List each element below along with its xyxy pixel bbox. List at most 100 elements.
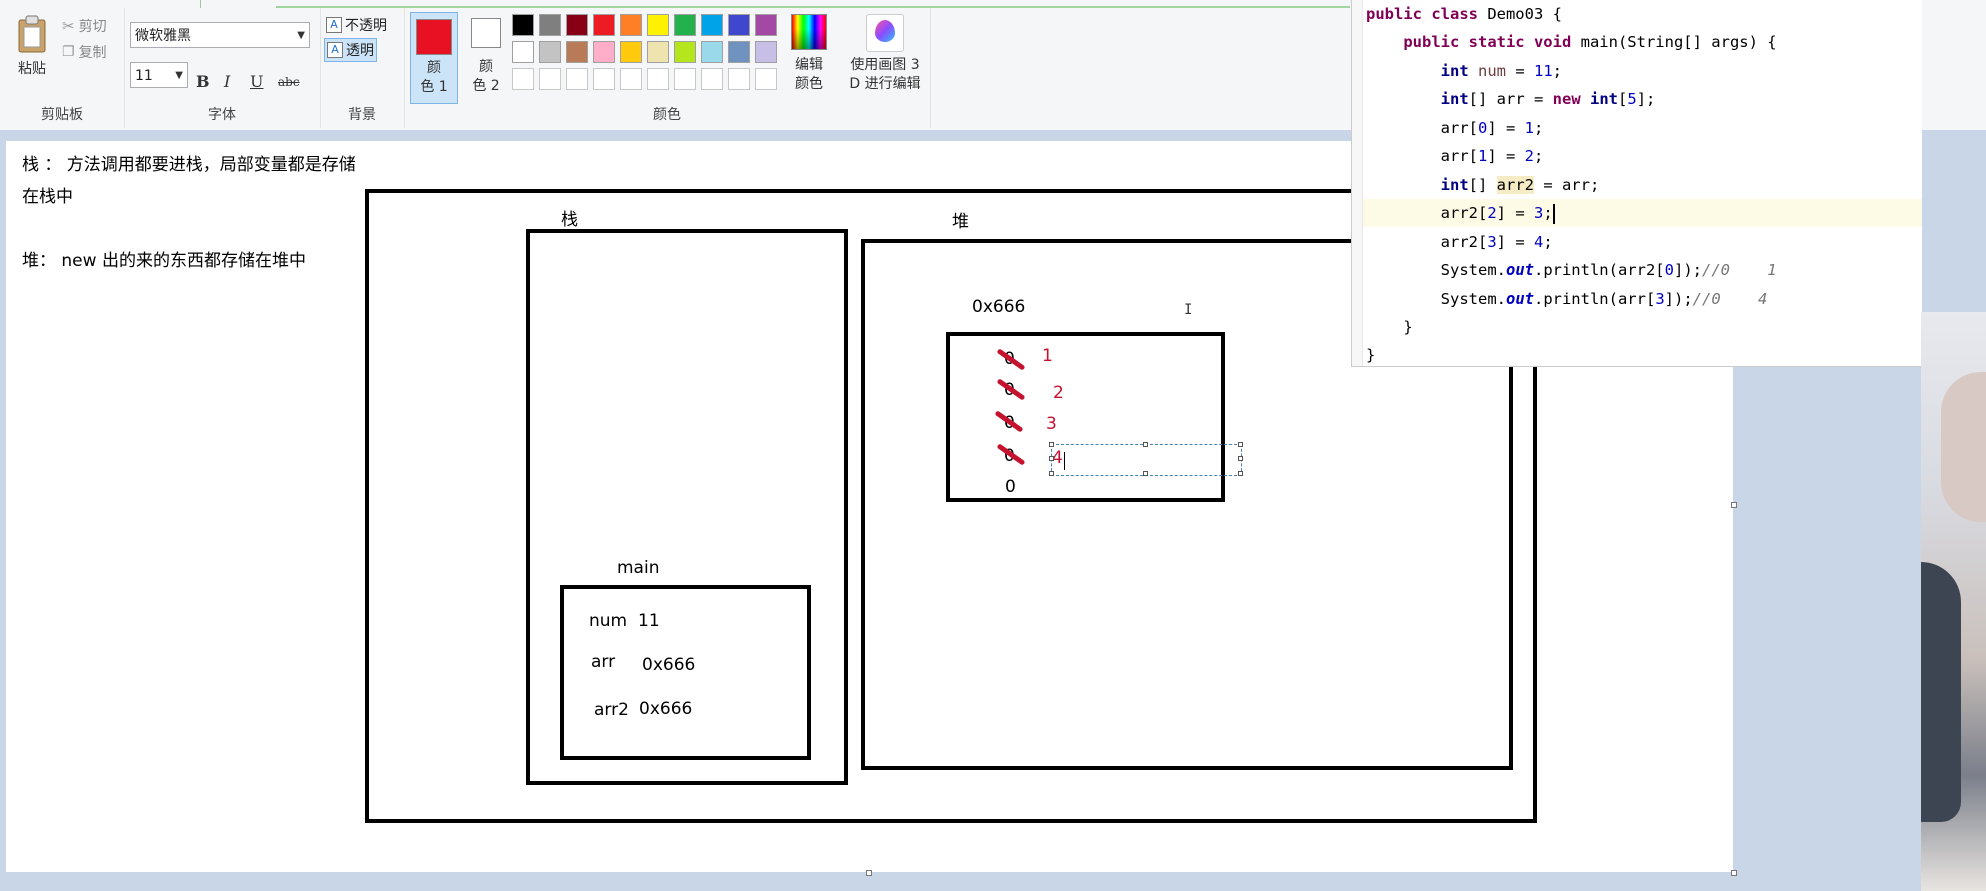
color2-swatch xyxy=(471,18,501,48)
code-line[interactable]: public static void main(String[] args) { xyxy=(1366,28,1776,56)
ibeam-cursor-icon: I xyxy=(1184,302,1193,318)
code-line[interactable]: } xyxy=(1366,341,1375,369)
rainbow-icon xyxy=(791,14,827,50)
strikethrough-button[interactable]: abc xyxy=(278,75,300,89)
code-editor[interactable]: public class Demo03 { public static void… xyxy=(1351,0,1922,367)
palette-swatch[interactable] xyxy=(755,68,777,90)
palette-swatch[interactable] xyxy=(566,14,588,36)
palette-swatch[interactable] xyxy=(566,68,588,90)
palette-swatch[interactable] xyxy=(647,68,669,90)
palette-swatch[interactable] xyxy=(755,41,777,63)
canvas-resize-handle[interactable] xyxy=(1731,502,1737,508)
resize-handle[interactable] xyxy=(1238,456,1243,461)
palette-swatch[interactable] xyxy=(728,68,750,90)
copy-button[interactable]: ❐ 复制 xyxy=(62,42,107,62)
underline-button[interactable]: U xyxy=(250,72,263,91)
clipboard-group-label: 剪贴板 xyxy=(41,107,83,123)
font-family-value: 微软雅黑 xyxy=(135,28,191,44)
bold-button[interactable]: B xyxy=(196,72,210,91)
code-line[interactable]: int num = 11; xyxy=(1366,57,1562,85)
clipboard-icon xyxy=(18,15,46,53)
color1-label-line2: 色 1 xyxy=(420,79,448,95)
resize-handle[interactable] xyxy=(1238,442,1243,447)
resize-handle[interactable] xyxy=(1049,442,1054,447)
stack-note-line1: 栈 ： 方法调用都要进栈，局部变量都是存储 xyxy=(22,155,356,175)
code-line[interactable]: arr[1] = 2; xyxy=(1366,142,1544,170)
color2-button[interactable]: 颜 色 2 xyxy=(462,12,510,104)
palette-swatch[interactable] xyxy=(539,41,561,63)
resize-handle[interactable] xyxy=(1238,471,1243,476)
code-line[interactable]: public class Demo03 { xyxy=(1366,0,1562,28)
text-caret xyxy=(1064,452,1065,470)
resize-handle[interactable] xyxy=(1143,442,1148,447)
code-line[interactable]: System.out.println(arr[3]);//0 4 xyxy=(1366,285,1768,313)
font-size-select[interactable]: 11 ▼ xyxy=(130,62,188,88)
palette-swatch[interactable] xyxy=(620,41,642,63)
resize-handle[interactable] xyxy=(1049,456,1054,461)
chevron-down-icon: ▼ xyxy=(297,30,305,41)
resize-handle[interactable] xyxy=(1143,471,1148,476)
palette-swatch[interactable] xyxy=(674,41,696,63)
palette-swatch[interactable] xyxy=(593,14,615,36)
paint3d-line1: 使用画图 3 xyxy=(850,57,920,73)
array-box xyxy=(946,332,1225,502)
palette-swatch[interactable] xyxy=(728,41,750,63)
main-var-num-value: 11 xyxy=(638,611,660,631)
main-var-arr2-name: arr2 xyxy=(594,700,629,720)
palette-swatch[interactable] xyxy=(674,68,696,90)
paint3d-button[interactable]: 使用画图 3 D 进行编辑 xyxy=(840,14,930,94)
code-line[interactable]: int[] arr2 = arr; xyxy=(1366,171,1599,199)
clipboard-group: 粘贴 ✂ 剪切 ❐ 复制 剪贴板 xyxy=(0,8,125,128)
copy-label: 复制 xyxy=(78,45,107,61)
canvas-resize-handle[interactable] xyxy=(866,870,872,876)
opaque-label: 不透明 xyxy=(345,18,387,34)
transparent-button[interactable]: A 透明 xyxy=(324,38,377,62)
palette-swatch[interactable] xyxy=(539,68,561,90)
palette-swatch[interactable] xyxy=(755,14,777,36)
main-frame-label: main xyxy=(617,558,660,578)
array-address-label: 0x666 xyxy=(972,297,1026,317)
transparent-icon: A xyxy=(327,42,343,58)
italic-button[interactable]: I xyxy=(224,72,230,91)
palette-swatch[interactable] xyxy=(512,14,534,36)
stack-note-line2: 在栈中 xyxy=(22,187,73,207)
palette-swatch[interactable] xyxy=(593,68,615,90)
paint3d-icon xyxy=(866,14,904,52)
font-family-select[interactable]: 微软雅黑 ▼ xyxy=(130,22,310,48)
palette-swatch[interactable] xyxy=(512,68,534,90)
palette-swatch[interactable] xyxy=(512,41,534,63)
palette-swatch[interactable] xyxy=(701,68,723,90)
opaque-icon: A xyxy=(326,17,342,33)
main-var-arr2-value: 0x666 xyxy=(639,699,693,719)
opaque-button[interactable]: A 不透明 xyxy=(324,14,389,36)
palette-swatch[interactable] xyxy=(620,14,642,36)
canvas-resize-handle[interactable] xyxy=(1731,870,1737,876)
copy-icon: ❐ xyxy=(62,44,75,60)
palette-swatch[interactable] xyxy=(593,41,615,63)
paste-button[interactable]: 粘贴 xyxy=(10,14,54,79)
array-new-value: 2 xyxy=(1053,383,1064,403)
heap-note: 堆： new 出的来的东西都存储在堆中 xyxy=(22,251,306,271)
palette-swatch[interactable] xyxy=(566,41,588,63)
edit-colors-button[interactable]: 编辑 颜色 xyxy=(780,14,838,94)
palette-swatch[interactable] xyxy=(701,14,723,36)
palette-swatch[interactable] xyxy=(647,14,669,36)
cut-button[interactable]: ✂ 剪切 xyxy=(62,16,107,36)
resize-handle[interactable] xyxy=(1049,471,1054,476)
palette-swatch[interactable] xyxy=(701,41,723,63)
palette-swatch[interactable] xyxy=(674,14,696,36)
code-line[interactable]: arr2[2] = 3; xyxy=(1366,199,1555,227)
color1-button[interactable]: 颜 色 1 xyxy=(410,12,458,104)
code-line[interactable]: arr[0] = 1; xyxy=(1366,114,1544,142)
palette-swatch[interactable] xyxy=(539,14,561,36)
palette-swatch[interactable] xyxy=(728,14,750,36)
code-line[interactable]: } xyxy=(1366,313,1412,341)
palette-swatch[interactable] xyxy=(647,41,669,63)
main-var-arr-name: arr xyxy=(591,652,616,672)
code-line[interactable]: System.out.println(arr2[0]);//0 1 xyxy=(1366,256,1777,284)
palette-swatch[interactable] xyxy=(620,68,642,90)
stack-label: 栈 xyxy=(561,210,578,230)
font-group-label: 字体 xyxy=(208,107,236,123)
code-line[interactable]: arr2[3] = 4; xyxy=(1366,228,1553,256)
code-line[interactable]: int[] arr = new int[5]; xyxy=(1366,85,1656,113)
